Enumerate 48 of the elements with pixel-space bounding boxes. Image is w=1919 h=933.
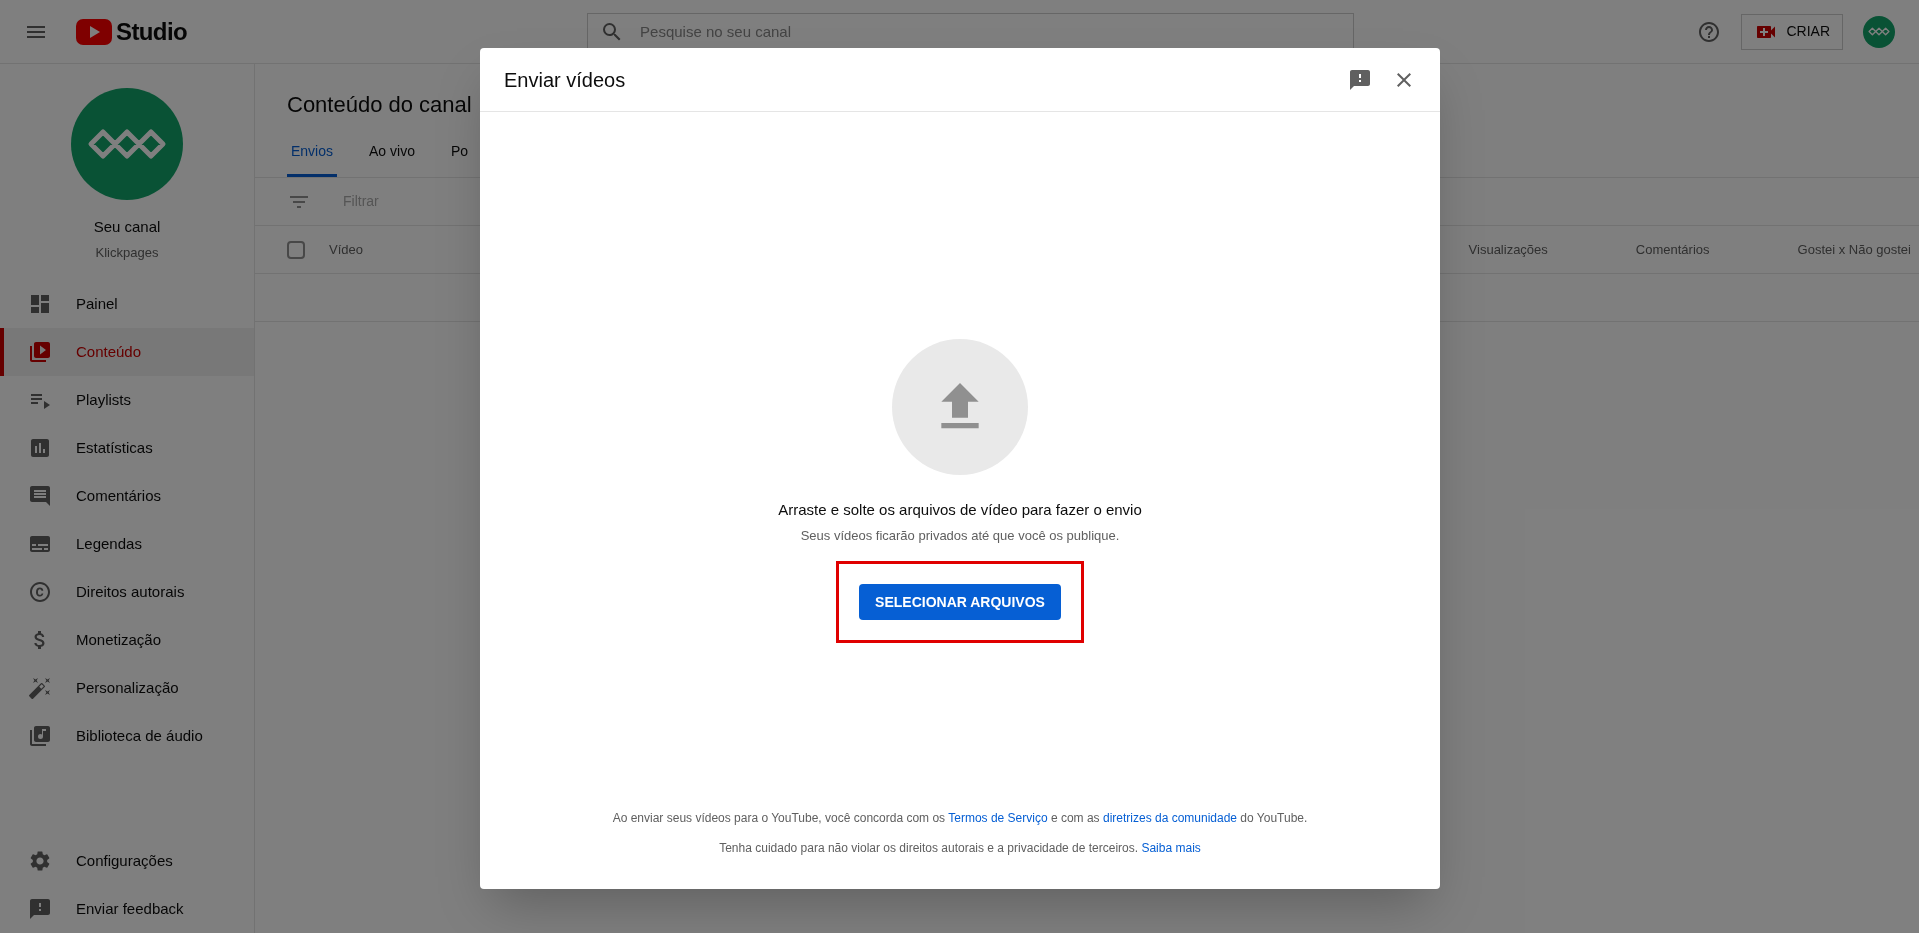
sidebar-item[interactable]: Personalização — [0, 664, 254, 712]
page-title: Conteúdo do canal — [286, 91, 472, 119]
sidebar-item[interactable]: Painel — [0, 280, 254, 328]
terms-link[interactable]: diretrizes da comunidade — [1102, 811, 1238, 825]
dashboard-icon — [28, 292, 52, 316]
channel-name: Klickpages — [95, 243, 159, 262]
terms-notice: Tenha cuidado para não violar os direitos autorais e a privacidade de terceiros. Saiba mais — [719, 840, 1201, 857]
music-library-icon — [28, 724, 52, 748]
sidebar-item[interactable]: Playlists — [0, 376, 254, 424]
sidebar-item[interactable]: Conteúdo — [0, 328, 254, 376]
sidebar-item[interactable]: Estatísticas — [0, 424, 254, 472]
bar-chart-icon — [28, 436, 52, 460]
column-header: Gostei x Não gostei — [1797, 240, 1911, 259]
column-header: Comentários — [1635, 240, 1710, 259]
play-logo-icon — [76, 18, 112, 45]
logo-text: Studio — [116, 16, 188, 47]
dialog-title: Enviar vídeos — [504, 67, 626, 93]
comment-icon — [28, 484, 52, 508]
create-button[interactable]: CRIAR — [1741, 13, 1843, 50]
select-files-button[interactable]: SELECIONAR ARQUIVOS — [859, 584, 1061, 620]
video-library-icon — [28, 340, 52, 364]
column-header: Vídeo — [329, 240, 363, 259]
copyright-icon — [28, 580, 52, 604]
sidebar-item[interactable]: Monetização — [0, 616, 254, 664]
sidebar-item[interactable]: Legendas — [0, 520, 254, 568]
avatar[interactable] — [1863, 15, 1895, 48]
drop-instructions: Arraste e solte os arquivos de vídeo para fazer o envio — [778, 500, 1142, 520]
select-all-checkbox[interactable] — [287, 240, 305, 259]
feedback-icon[interactable] — [1348, 67, 1372, 92]
privacy-note: Seus vídeos ficarão privados até que você os publique. — [800, 526, 1120, 545]
column-header: Visualizações — [1468, 240, 1548, 259]
sidebar-item[interactable]: Configurações — [0, 837, 254, 885]
channel-title: Seu canal — [93, 217, 161, 237]
tab[interactable]: Envios — [287, 141, 338, 177]
sidebar-item[interactable]: Biblioteca de áudio — [0, 712, 254, 760]
feedback-icon — [28, 897, 52, 921]
terms-link[interactable]: Termos de Serviço — [948, 811, 1048, 825]
help-icon[interactable] — [1697, 19, 1722, 44]
settings-icon — [28, 849, 52, 873]
channel-logo-icon — [1868, 26, 1890, 37]
tab[interactable]: Po — [446, 141, 473, 177]
magic-wand-icon — [28, 676, 52, 700]
sidebar-item[interactable]: Comentários — [0, 472, 254, 520]
tab[interactable]: Ao vivo — [365, 141, 419, 177]
terms-link[interactable]: Saiba mais — [1141, 841, 1201, 855]
sidebar-item[interactable]: Direitos autorais — [0, 568, 254, 616]
terms-notice: Ao enviar seus vídeos para o YouTube, você concorda com os Termos de Serviço e com as diretrizes da comunidade do YouTube. — [612, 810, 1308, 827]
sidebar-item[interactable]: Enviar feedback — [0, 885, 254, 933]
